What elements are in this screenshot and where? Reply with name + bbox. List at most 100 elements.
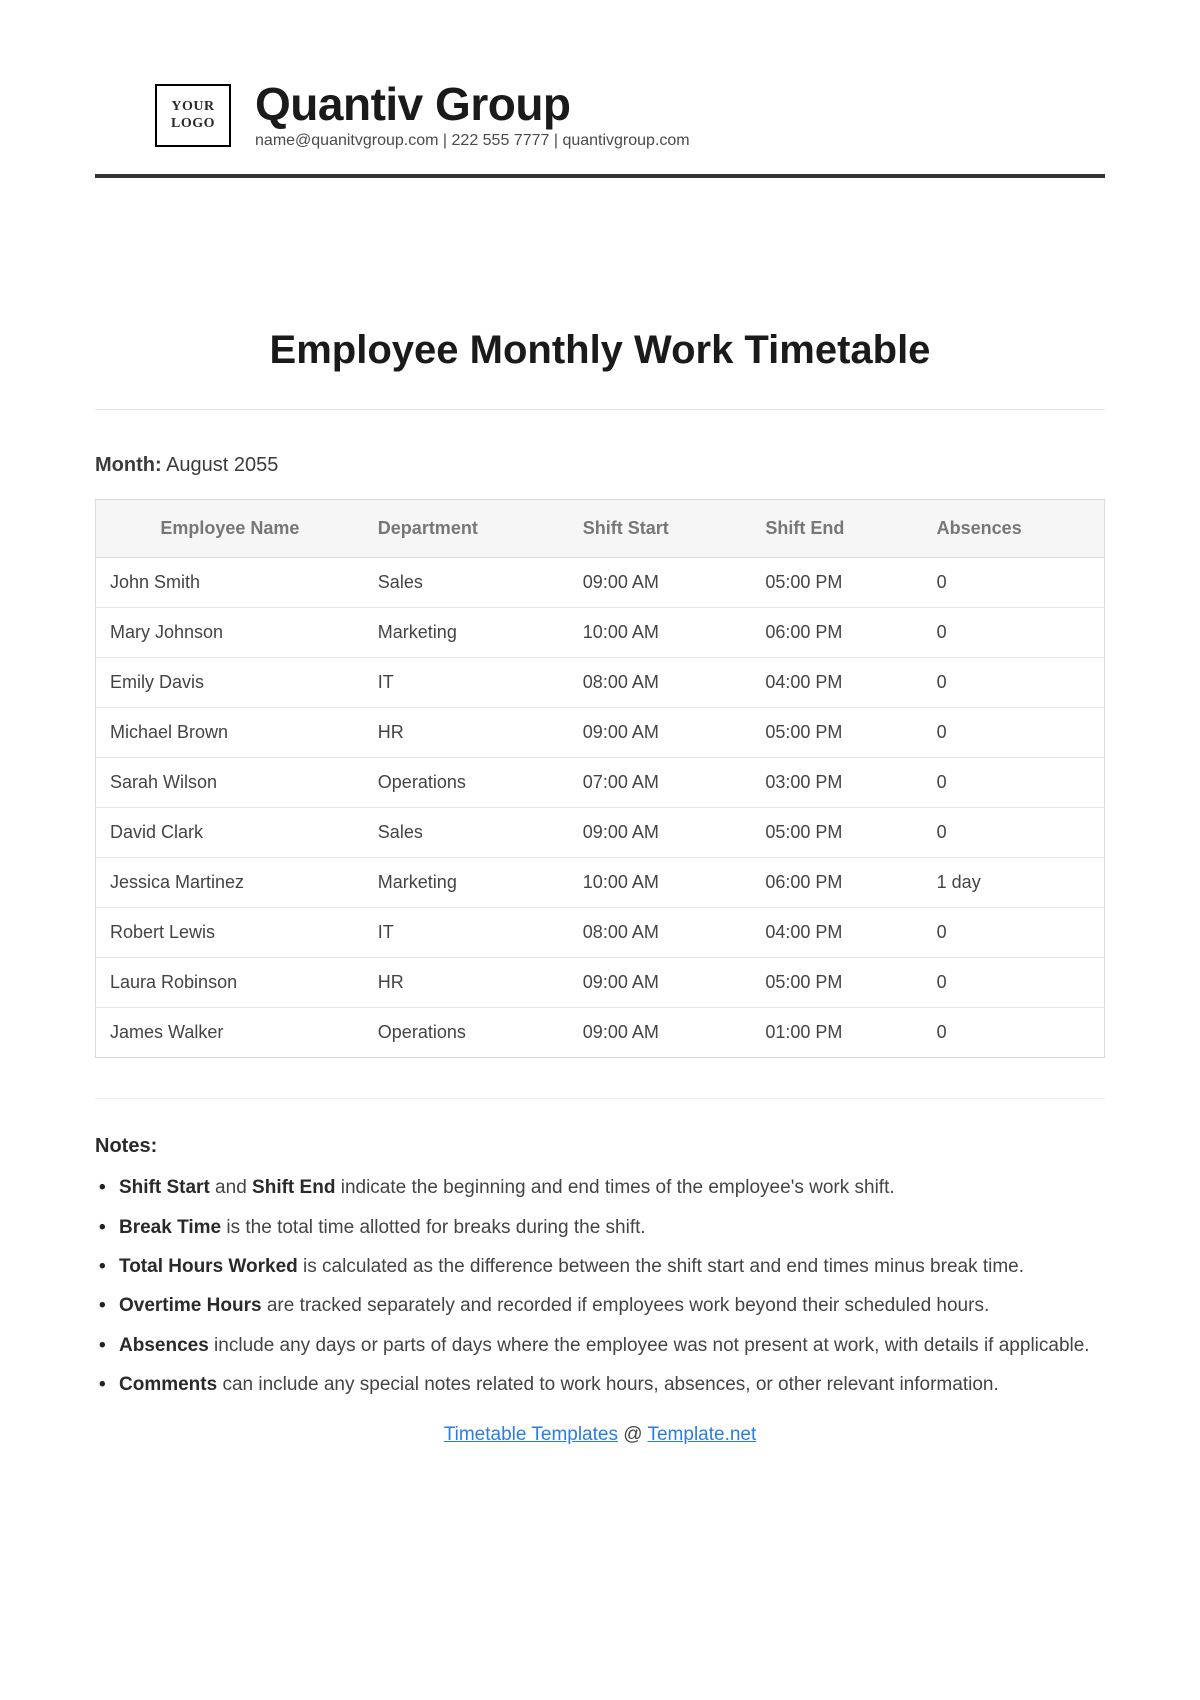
notes-text: indicate the beginning and end times of … — [335, 1177, 894, 1198]
company-block: Quantiv Group name@quanitvgroup.com | 22… — [255, 80, 690, 150]
col-shift-start: Shift Start — [569, 500, 752, 558]
cell-name: Michael Brown — [96, 708, 364, 758]
cell-dept: IT — [364, 658, 569, 708]
cell-dept: Operations — [364, 1008, 569, 1058]
cell-end: 04:00 PM — [751, 658, 922, 708]
cell-end: 05:00 PM — [751, 558, 922, 608]
cell-name: Jessica Martinez — [96, 858, 364, 908]
notes-text: and — [210, 1177, 252, 1198]
notes-item: Total Hours Worked is calculated as the … — [99, 1251, 1105, 1282]
notes-text: can include any special notes related to… — [217, 1374, 999, 1395]
cell-end: 04:00 PM — [751, 908, 922, 958]
cell-dept: IT — [364, 908, 569, 958]
notes-heading: Notes: — [95, 1135, 1105, 1158]
notes-text: is the total time allotted for breaks du… — [221, 1217, 646, 1238]
notes-text: is calculated as the difference between … — [298, 1256, 1024, 1277]
cell-abs: 0 — [923, 1008, 1105, 1058]
notes-text: include any days or parts of days where … — [209, 1335, 1090, 1356]
cell-start: 09:00 AM — [569, 1008, 752, 1058]
notes-item: Shift Start and Shift End indicate the b… — [99, 1172, 1105, 1203]
cell-start: 09:00 AM — [569, 558, 752, 608]
cell-abs: 0 — [923, 908, 1105, 958]
col-department: Department — [364, 500, 569, 558]
cell-dept: HR — [364, 708, 569, 758]
notes-bold: Shift Start — [119, 1177, 210, 1198]
table-row: David ClarkSales09:00 AM05:00 PM0 — [96, 808, 1105, 858]
cell-start: 09:00 AM — [569, 958, 752, 1008]
cell-start: 10:00 AM — [569, 608, 752, 658]
letterhead: YOUR LOGO Quantiv Group name@quanitvgrou… — [155, 80, 1105, 150]
notes-item: Break Time is the total time allotted fo… — [99, 1212, 1105, 1243]
cell-end: 03:00 PM — [751, 758, 922, 808]
cell-dept: Marketing — [364, 858, 569, 908]
cell-end: 05:00 PM — [751, 808, 922, 858]
notes-item: Overtime Hours are tracked separately an… — [99, 1290, 1105, 1321]
cell-start: 09:00 AM — [569, 808, 752, 858]
logo-placeholder: YOUR LOGO — [155, 84, 231, 147]
notes-item: Absences include any days or parts of da… — [99, 1330, 1105, 1361]
cell-abs: 0 — [923, 658, 1105, 708]
cell-name: Laura Robinson — [96, 958, 364, 1008]
cell-name: Robert Lewis — [96, 908, 364, 958]
cell-dept: HR — [364, 958, 569, 1008]
cell-end: 01:00 PM — [751, 1008, 922, 1058]
cell-name: David Clark — [96, 808, 364, 858]
notes-bold: Total Hours Worked — [119, 1256, 298, 1277]
logo-line-2: LOGO — [171, 115, 215, 133]
cell-name: Mary Johnson — [96, 608, 364, 658]
month-label: Month: — [95, 454, 162, 476]
cell-abs: 0 — [923, 958, 1105, 1008]
table-row: Laura RobinsonHR09:00 AM05:00 PM0 — [96, 958, 1105, 1008]
cell-start: 10:00 AM — [569, 858, 752, 908]
table-row: James WalkerOperations09:00 AM01:00 PM0 — [96, 1008, 1105, 1058]
col-employee-name: Employee Name — [96, 500, 364, 558]
month-line: Month: August 2055 — [95, 454, 1105, 477]
footer: Timetable Templates @ Template.net — [95, 1424, 1105, 1446]
month-value: August 2055 — [166, 454, 278, 476]
notes-bold: Overtime Hours — [119, 1295, 262, 1316]
company-name: Quantiv Group — [255, 80, 690, 128]
cell-abs: 1 day — [923, 858, 1105, 908]
cell-end: 06:00 PM — [751, 858, 922, 908]
cell-start: 08:00 AM — [569, 658, 752, 708]
cell-end: 06:00 PM — [751, 608, 922, 658]
notes-item: Comments can include any special notes r… — [99, 1369, 1105, 1400]
footer-link-templates[interactable]: Timetable Templates — [444, 1424, 618, 1445]
header-rule — [95, 174, 1105, 178]
table-row: Michael BrownHR09:00 AM05:00 PM0 — [96, 708, 1105, 758]
notes-bold: Comments — [119, 1374, 217, 1395]
notes-divider — [95, 1098, 1105, 1099]
page-title: Employee Monthly Work Timetable — [95, 328, 1105, 373]
notes-text: are tracked separately and recorded if e… — [262, 1295, 990, 1316]
cell-name: James Walker — [96, 1008, 364, 1058]
cell-name: Emily Davis — [96, 658, 364, 708]
company-contact: name@quanitvgroup.com | 222 555 7777 | q… — [255, 132, 690, 150]
cell-name: John Smith — [96, 558, 364, 608]
cell-dept: Sales — [364, 558, 569, 608]
cell-start: 09:00 AM — [569, 708, 752, 758]
cell-abs: 0 — [923, 808, 1105, 858]
notes-bold: Absences — [119, 1335, 209, 1356]
cell-name: Sarah Wilson — [96, 758, 364, 808]
cell-end: 05:00 PM — [751, 708, 922, 758]
notes-bold: Shift End — [252, 1177, 335, 1198]
col-shift-end: Shift End — [751, 500, 922, 558]
cell-abs: 0 — [923, 608, 1105, 658]
cell-dept: Operations — [364, 758, 569, 808]
title-divider — [95, 409, 1105, 410]
table-row: Mary JohnsonMarketing10:00 AM06:00 PM0 — [96, 608, 1105, 658]
footer-link-site[interactable]: Template.net — [647, 1424, 756, 1445]
cell-start: 08:00 AM — [569, 908, 752, 958]
logo-line-1: YOUR — [171, 98, 215, 116]
cell-dept: Sales — [364, 808, 569, 858]
cell-dept: Marketing — [364, 608, 569, 658]
table-row: John SmithSales09:00 AM05:00 PM0 — [96, 558, 1105, 608]
cell-end: 05:00 PM — [751, 958, 922, 1008]
notes-bold: Break Time — [119, 1217, 221, 1238]
notes-list: Shift Start and Shift End indicate the b… — [95, 1172, 1105, 1400]
footer-at: @ — [618, 1424, 648, 1445]
cell-abs: 0 — [923, 758, 1105, 808]
col-absences: Absences — [923, 500, 1105, 558]
cell-abs: 0 — [923, 708, 1105, 758]
table-row: Jessica MartinezMarketing10:00 AM06:00 P… — [96, 858, 1105, 908]
